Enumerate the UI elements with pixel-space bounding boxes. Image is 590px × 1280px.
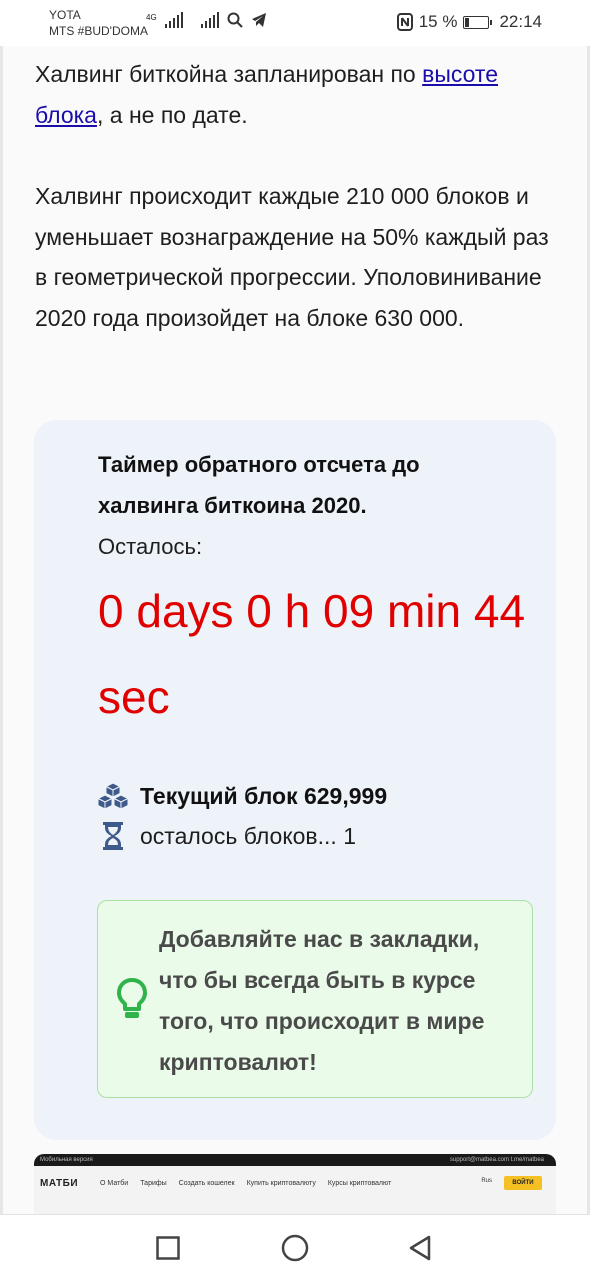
status-right: 15 % 22:14 — [396, 12, 542, 32]
battery-icon — [463, 15, 493, 29]
back-triangle-icon — [409, 1235, 431, 1261]
circle-icon — [281, 1234, 309, 1262]
halving-timer-card: Таймер обратного отсчета до халвинга бит… — [34, 420, 556, 1140]
preview-topbar: Мобильная версия support@matbea.com t.me… — [34, 1154, 556, 1166]
preview-nav-item: Тарифы — [140, 1179, 167, 1187]
lightbulb-icon — [116, 977, 148, 1026]
signal-icon — [164, 12, 183, 28]
signal-area: 4G — [146, 12, 267, 28]
carrier-2: MTS #BUD'DOMA — [49, 24, 148, 38]
hourglass-icon — [96, 820, 130, 852]
countdown-timer: 0 days 0 h 09 min 44 sec — [98, 585, 526, 723]
search-icon — [227, 12, 243, 28]
tip-text: Добавляйте нас в закладки, что бы всегда… — [159, 926, 485, 1075]
carrier-info: YOTA MTS #BUD'DOMA — [49, 7, 148, 39]
preview-nav-item: Создать кошелек — [178, 1179, 235, 1187]
signal-icon-2 — [200, 12, 219, 28]
preview-logo: МАТБИ — [40, 1177, 79, 1189]
system-nav-bar — [0, 1214, 590, 1280]
para1-text: Халвинг биткойна запланирован по — [35, 61, 423, 87]
status-bar: YOTA MTS #BUD'DOMA 4G 15 % 22:14 — [0, 0, 590, 46]
paragraph-halving-info: Халвинг происходит каждые 210 000 блоков… — [35, 183, 549, 331]
clock: 22:14 — [499, 12, 542, 31]
timer-title: Таймер обратного отсчета до халвинга бит… — [98, 452, 420, 518]
page-edge-left — [0, 46, 3, 1214]
carrier-1: YOTA — [49, 8, 81, 22]
network-badge: 4G — [146, 13, 157, 22]
preview-topbar-left: Мобильная версия — [40, 1157, 93, 1163]
cubes-icon — [96, 780, 130, 812]
paragraph-halving-height: Халвинг биткойна запланирован по высоте … — [35, 54, 555, 135]
nfc-icon — [396, 13, 413, 31]
preview-nav-item: Купить криптовалюту — [246, 1179, 316, 1187]
back-button[interactable] — [400, 1233, 440, 1263]
remaining-label: Осталось: — [98, 534, 203, 559]
preview-login-button: ВОЙТИ — [504, 1176, 542, 1190]
home-button[interactable] — [275, 1233, 315, 1263]
preview-topbar-right: support@matbea.com t.me/matbea — [449, 1157, 544, 1163]
preview-lang: Rus — [481, 1178, 492, 1184]
current-block-row: Текущий блок 629,999 — [96, 780, 387, 812]
recent-apps-button[interactable] — [148, 1233, 188, 1263]
preview-nav: МАТБИ О Матби Тарифы Создать кошелек Куп… — [34, 1166, 556, 1200]
web-page[interactable]: Халвинг биткойна запланирован по высоте … — [0, 46, 590, 1214]
bookmark-tip: Добавляйте нас в закладки, что бы всегда… — [97, 900, 533, 1098]
preview-nav-item: О Матби — [100, 1179, 129, 1187]
site-preview-image: Мобильная версия support@matbea.com t.me… — [34, 1154, 556, 1214]
blocks-left-row: осталось блоков... 1 — [96, 820, 356, 852]
battery-percent: 15 % — [418, 12, 458, 31]
para1-text-end: , а не по дате. — [96, 101, 248, 128]
current-block-label: Текущий блок 629,999 — [140, 782, 388, 809]
preview-nav-item: Курсы криптовалют — [327, 1179, 392, 1187]
blocks-left-label: осталось блоков... 1 — [140, 822, 356, 849]
telegram-icon — [251, 13, 266, 27]
square-icon — [156, 1236, 180, 1260]
